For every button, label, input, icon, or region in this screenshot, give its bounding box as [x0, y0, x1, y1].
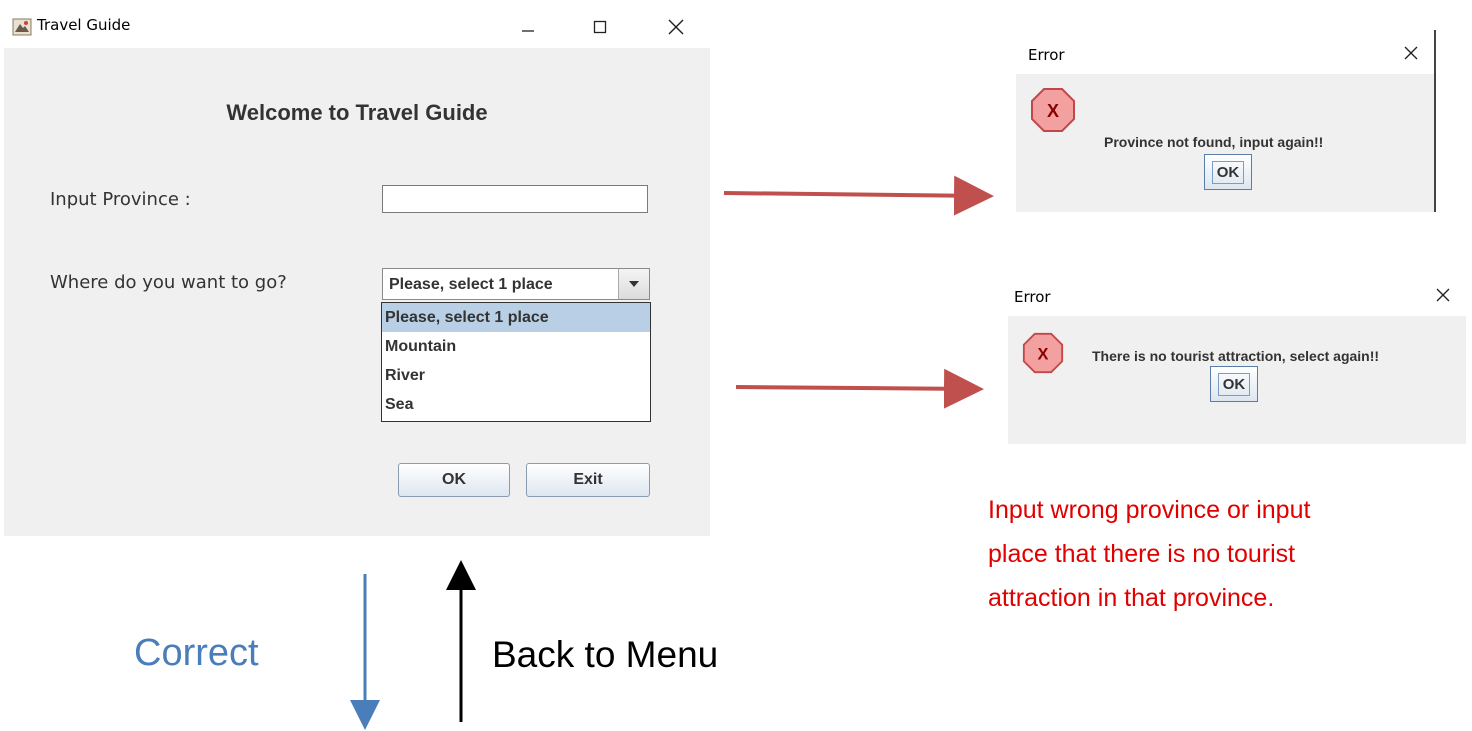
- error-note: Input wrong province or input place that…: [988, 488, 1468, 620]
- back-to-menu-label: Back to Menu: [492, 634, 719, 675]
- arrow-to-attraction-error: [735, 368, 984, 409]
- error-note-line: place that there is no tourist: [988, 540, 1296, 568]
- error-note-line: attraction in that province.: [988, 584, 1275, 612]
- arrow-to-province-error: [723, 175, 994, 216]
- error-note-line: Input wrong province or input: [988, 496, 1311, 524]
- correct-label: Correct: [134, 632, 259, 674]
- flow-arrows: [350, 175, 994, 730]
